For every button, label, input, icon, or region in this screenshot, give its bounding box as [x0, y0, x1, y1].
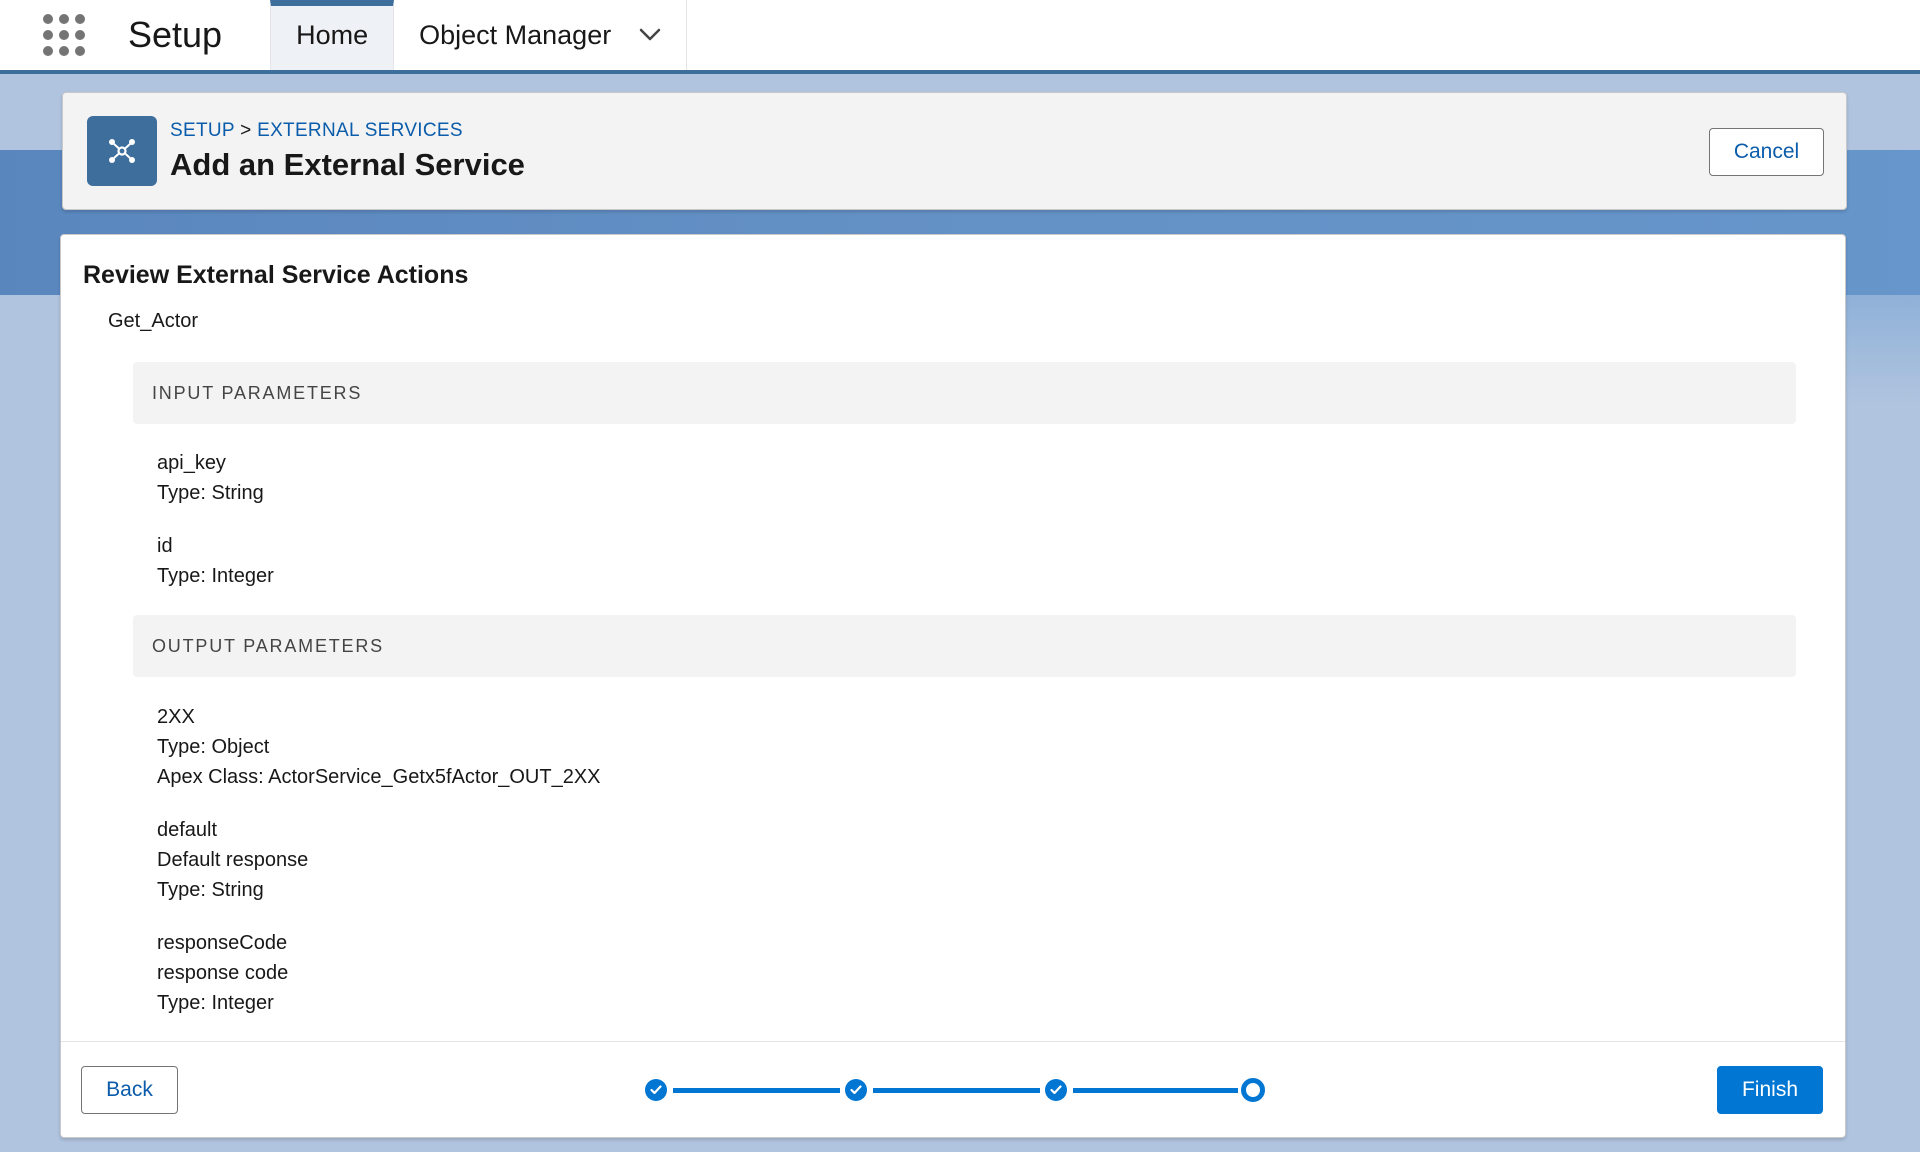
- param-description: Default response: [157, 849, 309, 871]
- background-band-edge: [1845, 295, 1920, 405]
- tab-home[interactable]: Home: [270, 0, 395, 70]
- breadcrumb-external-services-link[interactable]: EXTERNAL SERVICES: [257, 120, 463, 141]
- param-apex-class: Apex Class: ActorService_Getx5fActor_OUT…: [157, 766, 601, 788]
- progress-bar-segment: [1073, 1088, 1238, 1093]
- param-name: 2XX: [157, 706, 195, 728]
- action-name: Get_Actor: [108, 310, 199, 332]
- breadcrumb-separator: >: [240, 120, 252, 141]
- param-type: Type: String: [157, 482, 264, 504]
- section-title: Review External Service Actions: [83, 261, 469, 289]
- cancel-button[interactable]: Cancel: [1709, 128, 1824, 176]
- page-title: Add an External Service: [170, 147, 525, 182]
- external-services-icon: [87, 116, 157, 186]
- output-param-2xx: 2XX Type: Object Apex Class: ActorServic…: [157, 702, 601, 792]
- param-name: api_key: [157, 452, 226, 474]
- app-name: Setup: [128, 14, 223, 55]
- finish-button[interactable]: Finish: [1717, 1066, 1823, 1114]
- progress-step-3-complete-icon[interactable]: [1045, 1079, 1067, 1101]
- param-description: response code: [157, 962, 289, 984]
- input-param-api-key: api_key Type: String: [157, 448, 264, 508]
- breadcrumb: SETUP > EXTERNAL SERVICES: [170, 120, 463, 142]
- output-param-default: default Default response Type: String: [157, 815, 308, 905]
- param-type: Type: Object: [157, 736, 270, 758]
- breadcrumb-setup-link[interactable]: SETUP: [170, 120, 235, 141]
- wizard-footer: Back Finish: [61, 1041, 1845, 1137]
- waffle-icon: [43, 14, 85, 56]
- tab-label: Object Manager: [419, 19, 612, 50]
- tab-object-manager[interactable]: Object Manager: [394, 0, 688, 70]
- app-launcher-button[interactable]: [0, 0, 128, 70]
- review-panel: Review External Service Actions Get_Acto…: [60, 234, 1846, 1138]
- input-param-id: id Type: Integer: [157, 531, 274, 591]
- progress-bar-segment: [873, 1088, 1040, 1093]
- global-nav: Setup Home Object Manager: [0, 0, 1920, 74]
- param-type: Type: String: [157, 879, 264, 901]
- progress-step-2-complete-icon[interactable]: [845, 1079, 867, 1101]
- param-name: default: [157, 819, 218, 841]
- progress-bar-segment: [673, 1088, 840, 1093]
- chevron-down-icon[interactable]: [639, 24, 661, 46]
- param-name: responseCode: [157, 932, 288, 954]
- output-param-responsecode: responseCode response code Type: Integer: [157, 928, 288, 1018]
- page-header: SETUP > EXTERNAL SERVICES Add an Externa…: [62, 92, 1847, 210]
- tab-label: Home: [296, 19, 369, 50]
- progress-indicator: [645, 1076, 1291, 1104]
- param-type: Type: Integer: [157, 992, 274, 1014]
- progress-step-4-current[interactable]: [1241, 1078, 1265, 1102]
- param-type: Type: Integer: [157, 565, 274, 587]
- input-parameters-header: INPUT PARAMETERS: [133, 362, 1796, 424]
- back-button[interactable]: Back: [81, 1066, 178, 1114]
- param-name: id: [157, 535, 173, 557]
- output-parameters-header: OUTPUT PARAMETERS: [133, 615, 1796, 677]
- progress-step-1-complete-icon[interactable]: [645, 1079, 667, 1101]
